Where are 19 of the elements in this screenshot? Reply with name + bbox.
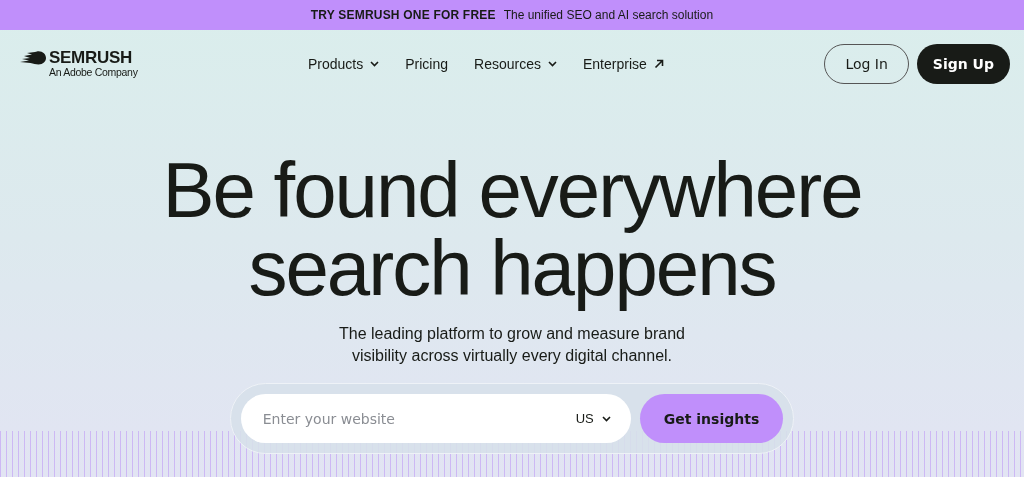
arrow-up-right-icon [653,58,664,69]
chevron-down-icon [370,60,380,67]
logo-wordmark[interactable]: SEMRUSH [49,49,132,66]
banner-title[interactable]: TRY SEMRUSH ONE FOR FREE [310,8,496,22]
banner-text: The unified SEO and AI search solution [503,8,714,22]
nav-link[interactable]: Products [308,55,380,72]
nav-link[interactable]: Enterprise [582,55,664,72]
logo-tagline: An Adobe Company [49,66,139,78]
subtitle: The leading platform to grow and measure brand [339,324,685,344]
country-dropdown[interactable]: US [575,411,611,426]
logo-icon[interactable] [20,50,46,65]
chevron-down-icon [547,60,557,67]
signup-button[interactable]: Sign Up [916,43,1010,84]
website-field[interactable]: Enter your website US [240,394,631,443]
nav-link[interactable]: Pricing [405,55,449,72]
chevron-down-icon [601,415,611,422]
nav-link[interactable]: Resources [474,55,557,72]
subtitle: visibility across virtually every digital channel. [350,346,674,366]
get-insights-button[interactable]: Get insights [639,394,784,443]
